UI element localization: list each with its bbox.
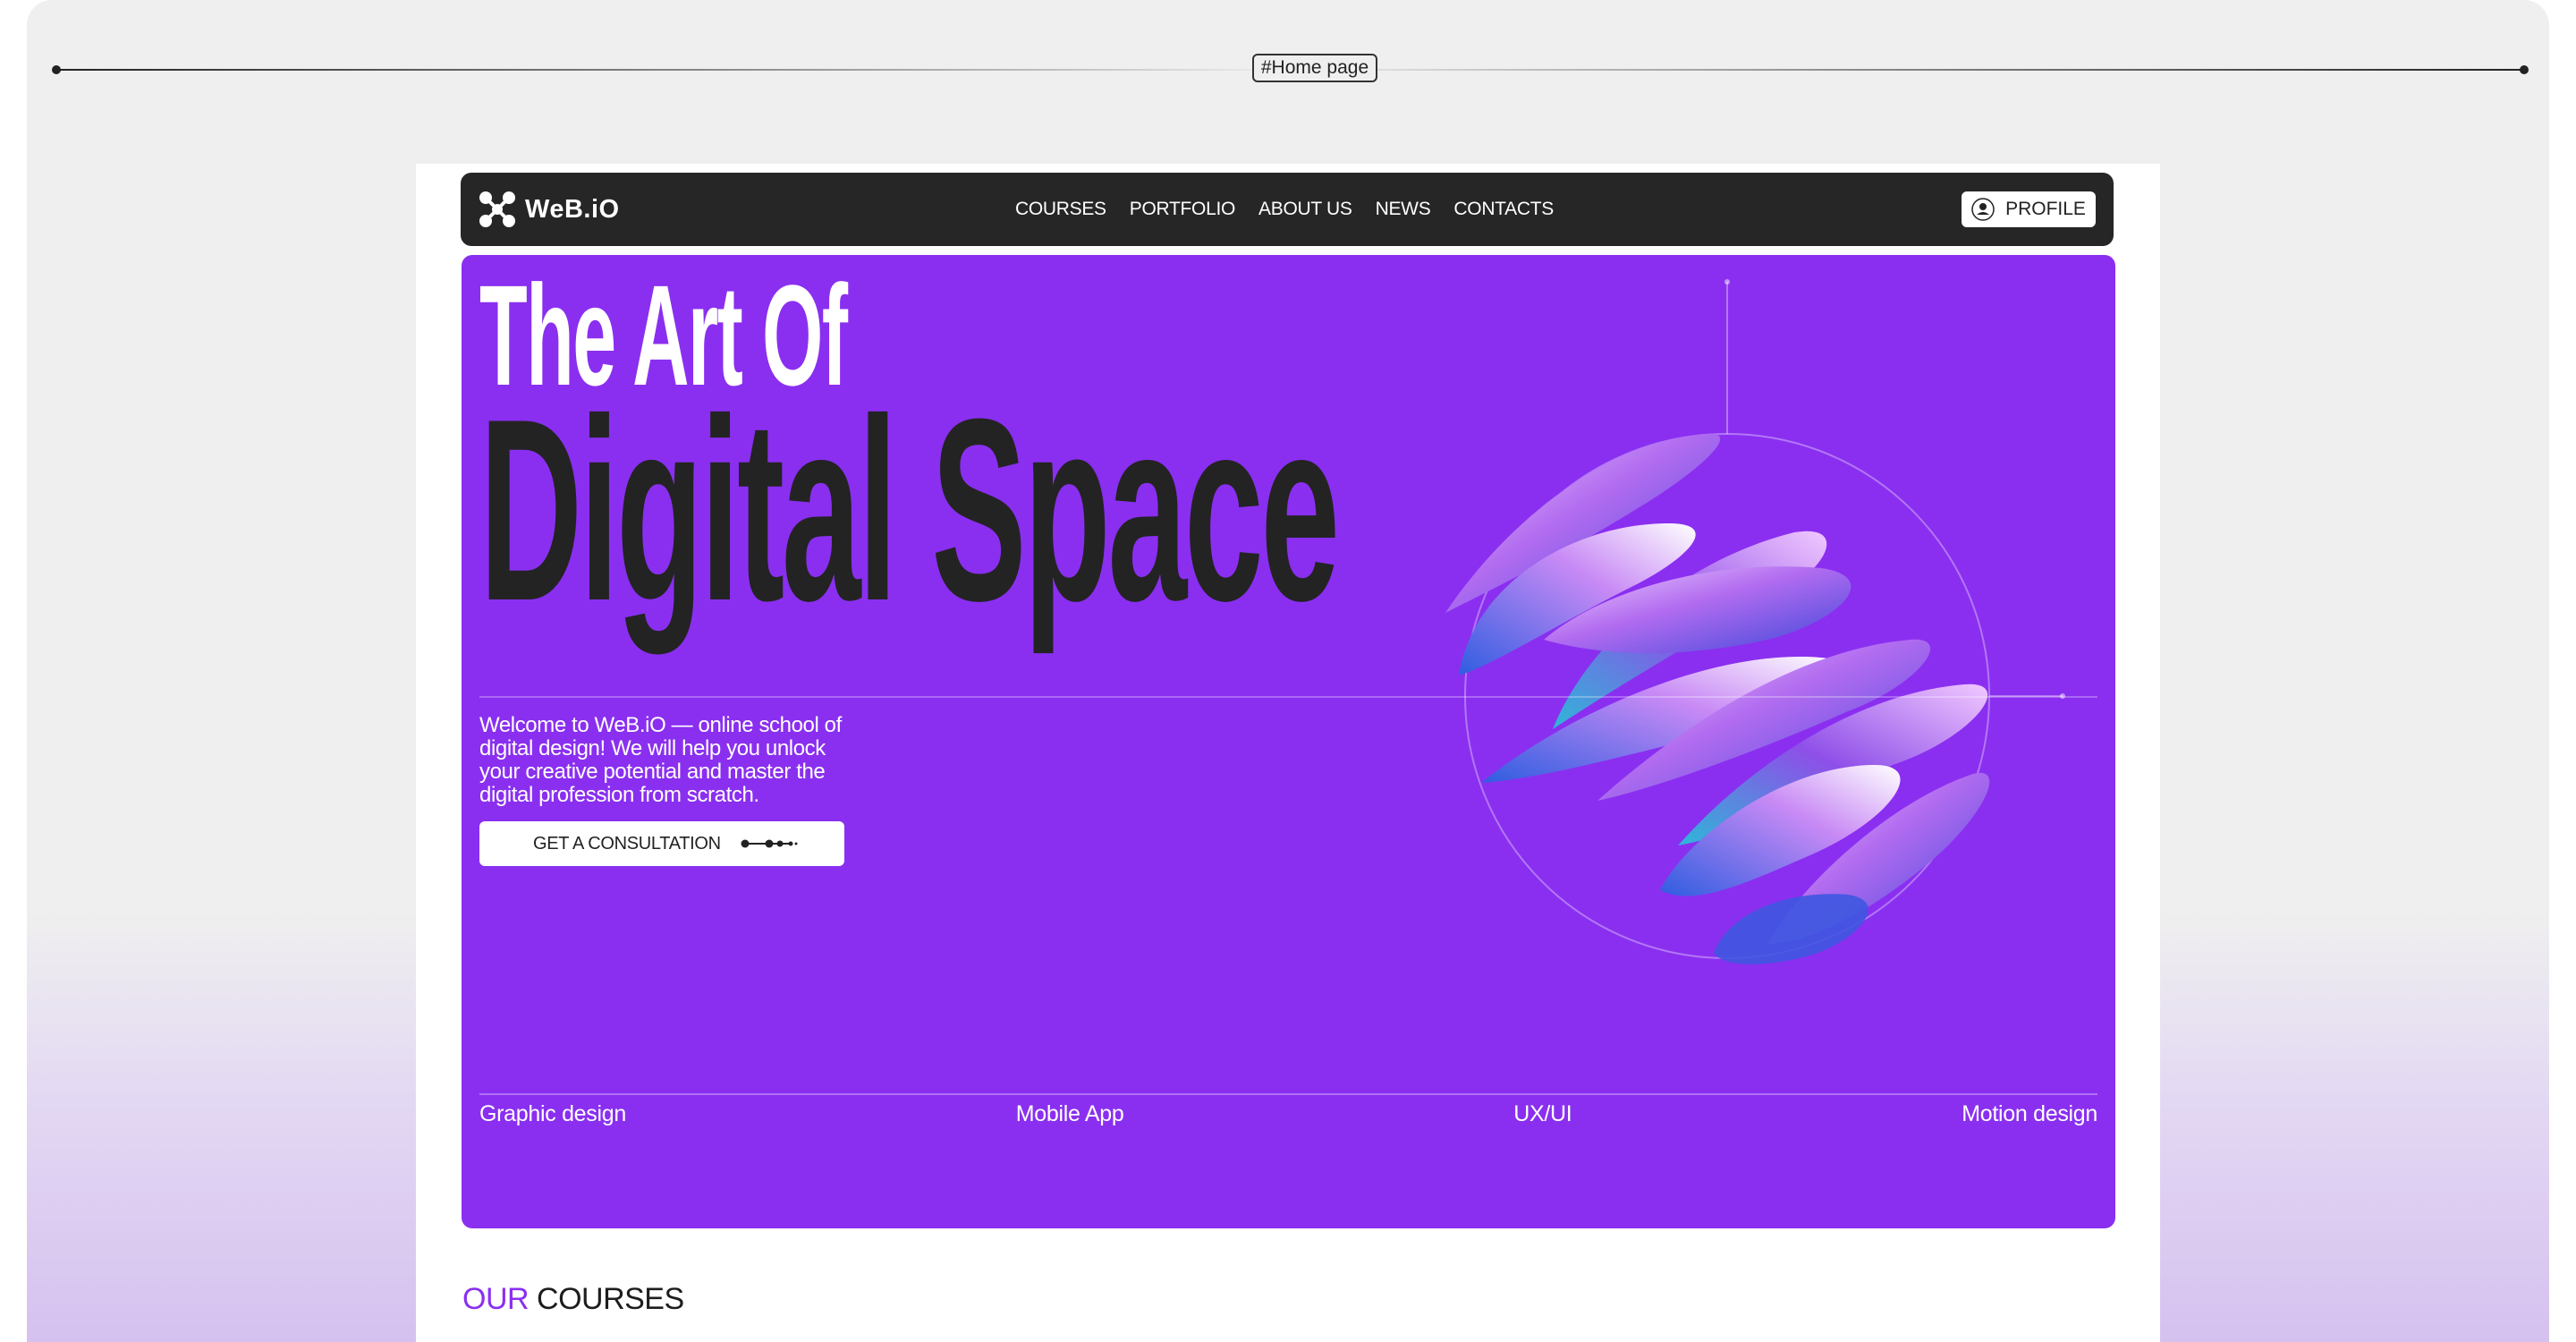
nav-link-contacts[interactable]: CONTACTS	[1453, 199, 1554, 220]
hero-title-line-2: Digital Space	[479, 365, 1340, 655]
cta-label: GET A CONSULTATION	[533, 833, 721, 854]
divider-dot-right	[2520, 65, 2529, 74]
navbar: WeB.iO COURSES PORTFOLIO ABOUT US NEWS C…	[461, 173, 2114, 246]
category-list: Graphic design Mobile App UX/UI Motion d…	[479, 1101, 2097, 1127]
page-tag: #Home page	[1252, 54, 1377, 82]
courses-title-rest: COURSES	[537, 1282, 684, 1316]
nav-link-about-us[interactable]: ABOUT US	[1258, 199, 1352, 220]
category-mobile-app[interactable]: Mobile App	[1016, 1101, 1124, 1127]
divider-dot-left	[52, 65, 61, 74]
category-ux-ui[interactable]: UX/UI	[1513, 1101, 1572, 1127]
hero-divider	[479, 696, 2097, 698]
category-graphic-design[interactable]: Graphic design	[479, 1101, 626, 1127]
profile-label: PROFILE	[2005, 199, 2086, 219]
hero-banner: The Art Of Digital Space Welcome to WeB.…	[462, 255, 2115, 1228]
nav-link-courses[interactable]: COURSES	[1015, 199, 1106, 220]
courses-section-title: OUR COURSES	[462, 1282, 684, 1317]
dotted-arrow-icon	[741, 839, 798, 848]
profile-button[interactable]: PROFILE	[1962, 191, 2096, 227]
main-nav: COURSES PORTFOLIO ABOUT US NEWS CONTACTS	[1015, 173, 1554, 246]
logo[interactable]: WeB.iO	[479, 191, 620, 228]
logo-mark-icon	[479, 191, 515, 227]
website-page: WeB.iO COURSES PORTFOLIO ABOUT US NEWS C…	[416, 164, 2160, 1342]
category-motion-design[interactable]: Motion design	[1962, 1101, 2097, 1127]
get-consultation-button[interactable]: GET A CONSULTATION	[479, 821, 844, 866]
abstract-sphere-illustration	[1445, 279, 2065, 964]
nav-link-portfolio[interactable]: PORTFOLIO	[1130, 199, 1236, 220]
logo-text: WeB.iO	[525, 194, 620, 224]
courses-title-accent: OUR	[462, 1282, 530, 1316]
user-avatar-icon	[1971, 198, 1995, 221]
hero-description: Welcome to WeB.iO — online school of dig…	[479, 713, 842, 807]
categories-divider	[479, 1093, 2097, 1095]
nav-link-news[interactable]: NEWS	[1376, 199, 1431, 220]
